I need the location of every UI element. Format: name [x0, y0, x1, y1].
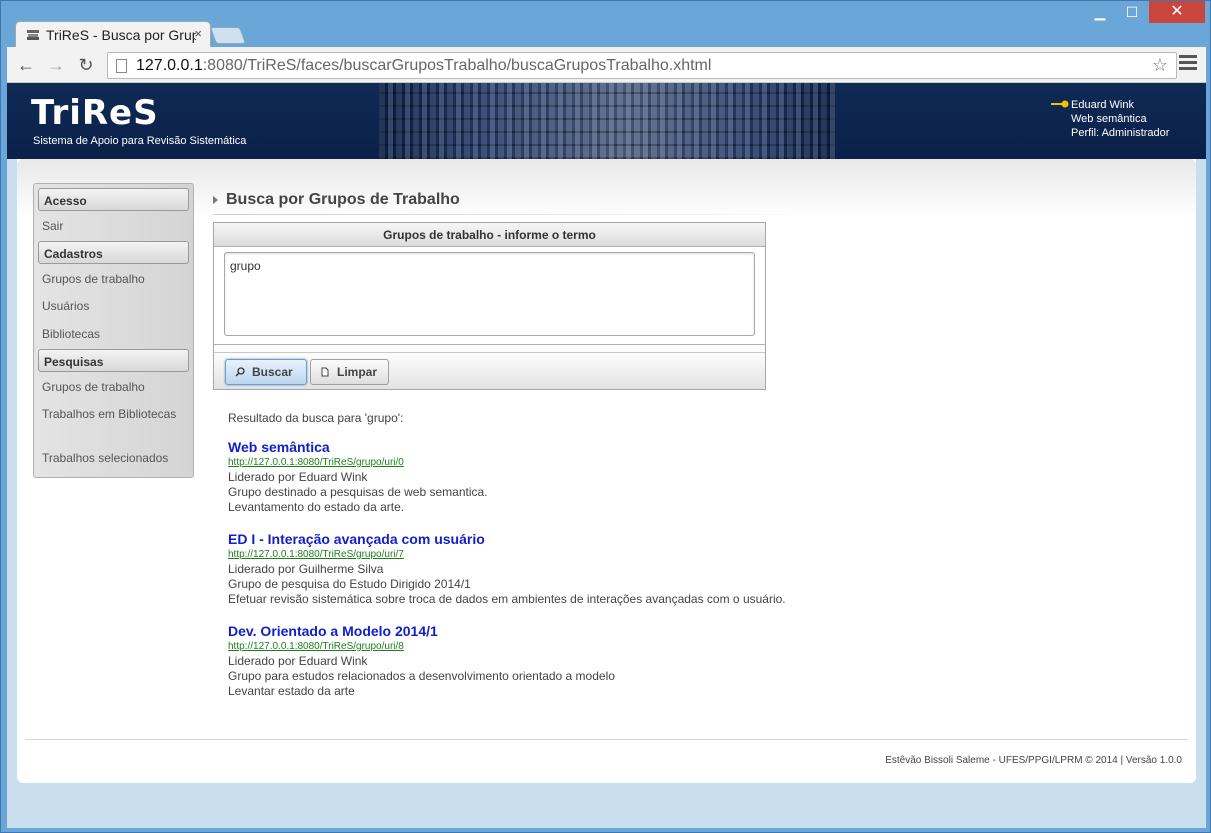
result-title-link[interactable]: ED I - Interação avançada com usuário — [228, 531, 928, 548]
url-text: 127.0.0.1:8080/TriReS/faces/buscarGrupos… — [136, 57, 712, 74]
result-item: ED I - Interação avançada com usuário ht… — [228, 531, 928, 607]
search-icon — [235, 367, 245, 377]
page-title: Busca por Grupos de Trabalho — [213, 191, 460, 209]
result-description: Grupo de pesquisa do Estudo Dirigido 201… — [228, 577, 471, 591]
content-card: Acesso Sair Cadastros Grupos de trabalho… — [17, 159, 1196, 783]
panel-footer: Buscar Limpar — [214, 352, 765, 389]
close-window-button[interactable]: ✕ — [1149, 1, 1205, 23]
sidebar-item-trabalhos-bibliotecas[interactable]: Trabalhos em Bibliotecas — [42, 406, 187, 422]
address-bar[interactable]: 127.0.0.1:8080/TriReS/faces/buscarGrupos… — [107, 52, 1177, 79]
search-input[interactable]: grupo — [224, 252, 755, 336]
result-title-link[interactable]: Dev. Orientado a Modelo 2014/1 — [228, 623, 928, 640]
tagline: Sistema de Apoio para Revisão Sistemátic… — [33, 135, 247, 147]
result-objective: Levantamento do estado da arte. — [228, 500, 405, 514]
minimize-button[interactable]: ▁ — [1083, 1, 1117, 23]
user-info: Eduard Wink Web semântica Perfil: Admini… — [1051, 98, 1170, 140]
result-description: Grupo para estudos relacionados a desenv… — [228, 669, 615, 683]
sidebar-item-cadastro-grupos[interactable]: Grupos de trabalho — [42, 271, 187, 287]
key-icon — [1051, 100, 1069, 108]
panel-title: Grupos de trabalho - informe o termo — [214, 223, 765, 247]
reload-icon[interactable]: ↻ — [75, 54, 97, 76]
result-item: Web semântica http://127.0.0.1:8080/TriR… — [228, 439, 928, 515]
result-objective: Efetuar revisão sistemática sobre troca … — [228, 592, 786, 606]
tab-close-icon[interactable]: × — [194, 26, 202, 41]
sidebar-item-usuarios[interactable]: Usuários — [42, 298, 187, 314]
result-url-link[interactable]: http://127.0.0.1:8080/TriReS/grupo/uri/0 — [228, 456, 928, 470]
result-url-link[interactable]: http://127.0.0.1:8080/TriReS/grupo/uri/8 — [228, 640, 928, 654]
header-mosaic-image — [379, 83, 835, 159]
menu-icon[interactable] — [1179, 55, 1197, 75]
tab-title: TriReS - Busca por Grupos de Trabalho — [46, 27, 196, 43]
sidebar-section-pesquisas[interactable]: Pesquisas — [38, 349, 189, 372]
sidebar-section-cadastros[interactable]: Cadastros — [38, 241, 189, 264]
results-list: Resultado da busca para 'grupo': Web sem… — [228, 411, 928, 715]
sidebar-section-acesso[interactable]: Acesso — [38, 188, 189, 211]
user-name: Eduard Wink — [1071, 99, 1134, 111]
browser-tab[interactable]: TriReS - Busca por Grupos de Trabalho × — [15, 21, 211, 48]
search-button[interactable]: Buscar — [225, 359, 307, 385]
sidebar-menu: Acesso Sair Cadastros Grupos de trabalho… — [33, 183, 194, 478]
user-group: Web semântica — [1071, 113, 1147, 125]
result-leader: Liderado por Guilherme Silva — [228, 562, 384, 576]
user-profile: Perfil: Administrador — [1071, 127, 1170, 139]
title-arrow-icon — [213, 195, 218, 204]
result-intro: Resultado da busca para 'grupo': — [228, 411, 404, 425]
browser-window: TriReS - Busca por Grupos de Trabalho × … — [0, 0, 1211, 833]
new-tab-button[interactable] — [209, 27, 247, 44]
forward-icon[interactable]: → — [45, 54, 67, 76]
document-icon — [321, 367, 329, 377]
result-leader: Liderado por Eduard Wink — [228, 654, 368, 668]
result-objective: Levantar estado da arte — [228, 684, 355, 698]
site-header: TriReS Sistema de Apoio para Revisão Sis… — [7, 83, 1206, 159]
sidebar-item-sair[interactable]: Sair — [42, 218, 187, 234]
sidebar-item-bibliotecas[interactable]: Bibliotecas — [42, 326, 187, 342]
title-bar: TriReS - Busca por Grupos de Trabalho × … — [1, 1, 1210, 48]
sidebar-item-pesquisa-grupos[interactable]: Grupos de trabalho — [42, 379, 187, 395]
result-title-link[interactable]: Web semântica — [228, 439, 928, 456]
browser-toolbar: ← → ↻ 127.0.0.1:8080/TriReS/faces/buscar… — [7, 47, 1206, 83]
page-icon — [116, 59, 127, 73]
search-panel: Grupos de trabalho - informe o termo gru… — [213, 222, 766, 390]
page-footer: Estêvão Bissoli Saleme - UFES/PPGI/LPRM … — [885, 755, 1182, 766]
clear-button[interactable]: Limpar — [310, 359, 389, 385]
maximize-button[interactable]: ☐ — [1115, 1, 1149, 23]
star-icon[interactable]: ☆ — [1152, 55, 1168, 76]
back-icon[interactable]: ← — [15, 54, 37, 76]
result-description: Grupo destinado a pesquisas de web seman… — [228, 485, 488, 499]
page-viewport: TriReS Sistema de Apoio para Revisão Sis… — [7, 83, 1206, 828]
logo: TriReS — [31, 93, 159, 133]
sidebar-item-trabalhos-selecionados[interactable]: Trabalhos selecionados — [42, 450, 187, 466]
tab-favicon-icon — [27, 30, 39, 40]
result-item: Dev. Orientado a Modelo 2014/1 http://12… — [228, 623, 928, 699]
result-leader: Liderado por Eduard Wink — [228, 470, 368, 484]
result-url-link[interactable]: http://127.0.0.1:8080/TriReS/grupo/uri/7 — [228, 548, 928, 562]
